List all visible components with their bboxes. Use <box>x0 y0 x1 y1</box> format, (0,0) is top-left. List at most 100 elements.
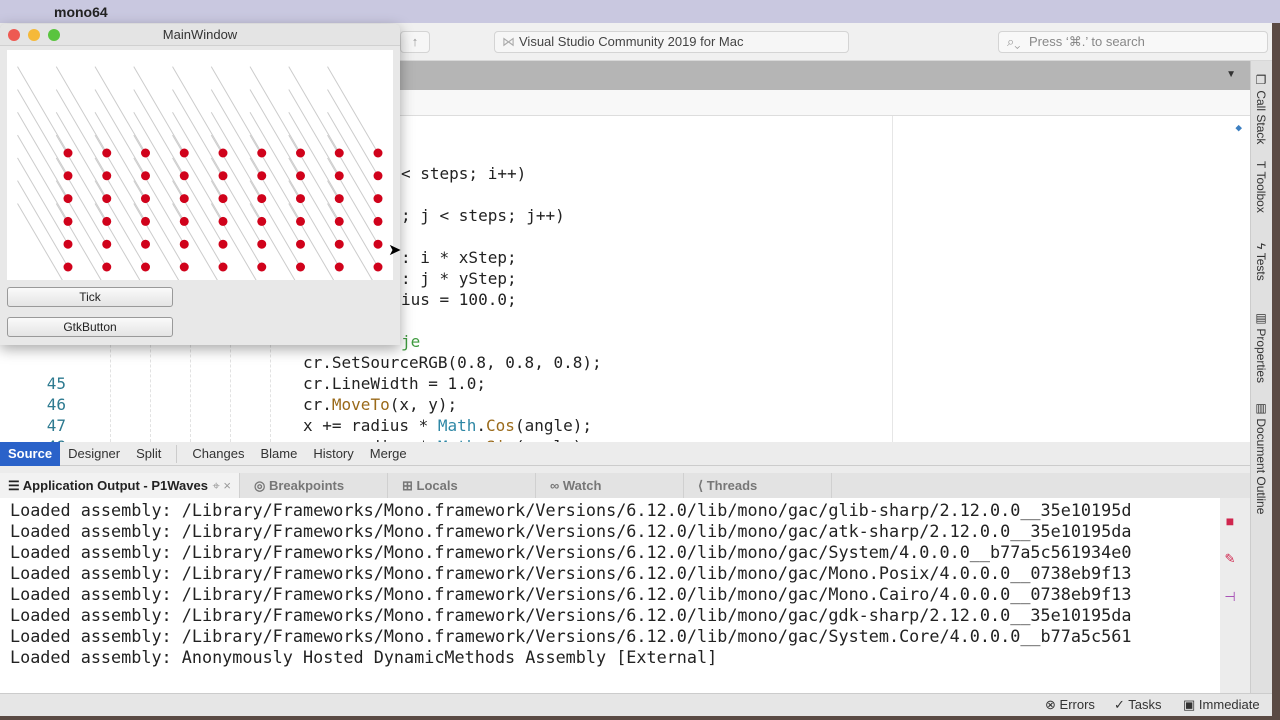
wave-dot <box>179 148 189 158</box>
wave-dot <box>141 194 150 204</box>
code-line: cr.LineWidth = 1.0; <box>303 374 486 393</box>
code-token: (x, y); <box>389 395 458 414</box>
output-line: Loaded assembly: /Library/Frameworks/Mon… <box>10 521 1132 541</box>
pad-tab-application[interactable]: ☰ Application Output - P1Waves ⌖ × <box>0 473 240 498</box>
wave-dot <box>218 216 228 226</box>
wave-line <box>17 180 69 268</box>
errors-button[interactable]: ⊗ Errors <box>1045 697 1095 713</box>
pad-tab-watch[interactable]: ∞ Watch <box>536 473 684 498</box>
tasks-button[interactable]: ✓ Tasks <box>1114 697 1162 713</box>
close-pad-icon[interactable]: ⌖ × <box>212 473 231 498</box>
wave-line <box>327 157 379 245</box>
immediate-label: Immediate <box>1198 697 1260 712</box>
gtk-button[interactable]: GtkButton <box>7 317 173 337</box>
wave-dot <box>257 148 267 158</box>
code-line: cr.MoveTo(x, y); <box>303 395 457 414</box>
wave-dot <box>373 148 383 158</box>
tab-split[interactable]: Split <box>128 442 169 466</box>
wave-line <box>55 66 108 154</box>
pad-label: Call Stack <box>1254 90 1268 145</box>
wave-line <box>210 157 263 245</box>
clear-eraser-icon[interactable]: ✎ <box>1222 551 1238 567</box>
wave-dot <box>296 171 305 181</box>
wave-line <box>172 157 224 245</box>
stop-icon[interactable]: ■ <box>1222 513 1238 529</box>
wave-line <box>94 134 146 222</box>
pad-toolbox[interactable]: T Toolbox <box>1254 161 1268 213</box>
bookmark-marker-icon: ◆ <box>1235 121 1242 134</box>
wave-line <box>17 203 63 280</box>
pad-call-stack[interactable]: ❐ Call Stack <box>1254 73 1268 144</box>
pad-tab-threads[interactable]: ⟨ Threads <box>684 473 832 498</box>
minimize-icon[interactable] <box>28 29 40 41</box>
wave-dot <box>218 262 228 272</box>
threads-icon: ⟨ <box>698 478 707 493</box>
tab-merge[interactable]: Merge <box>362 442 415 466</box>
wave-dot <box>63 216 73 226</box>
wave-line <box>327 112 379 199</box>
pad-document-outline[interactable]: ▥ Document Outline <box>1254 401 1268 514</box>
window-title: MainWindow <box>162 27 238 42</box>
search-input[interactable]: ⌕⌄ Press ‘⌘.’ to search <box>998 31 1268 53</box>
pad-tab-locals[interactable]: ⊞ Locals <box>388 473 536 498</box>
wave-line <box>327 134 379 222</box>
wave-dot <box>296 262 305 272</box>
wave-dot <box>296 216 305 226</box>
wave-dot <box>102 239 112 249</box>
pad-tabs: ☰ Application Output - P1Waves ⌖ × ◎ Break… <box>0 473 1250 498</box>
search-placeholder: Press ‘⌘.’ to search <box>1029 34 1145 49</box>
tab-changes[interactable]: Changes <box>184 442 252 466</box>
wave-dot <box>63 148 73 158</box>
wave-line <box>210 89 263 177</box>
wave-dot <box>179 216 189 226</box>
pin-icon[interactable]: ⊣ <box>1222 589 1238 605</box>
tab-blame[interactable]: Blame <box>252 442 305 466</box>
wave-dot <box>102 216 112 226</box>
wave-line <box>133 157 185 245</box>
wave-dot <box>102 194 112 204</box>
wave-dot <box>141 148 150 158</box>
tick-button[interactable]: Tick <box>7 287 173 307</box>
application-output[interactable]: Loaded assembly: /Library/Frameworks/Mon… <box>0 498 1220 693</box>
pad-properties[interactable]: ▤ Properties <box>1254 311 1268 383</box>
code-comment: je <box>401 332 421 351</box>
wave-dot <box>179 194 189 204</box>
line-number: 45 <box>46 374 66 393</box>
publish-button[interactable]: ↑ <box>400 31 430 53</box>
wave-line <box>249 157 301 245</box>
errors-icon: ⊗ <box>1045 697 1056 712</box>
search-icon: ⌕⌄ <box>1007 34 1021 49</box>
tabs-dropdown-icon[interactable]: ▼ <box>1226 69 1236 80</box>
code-token: cr.LineWidth = 1.0; <box>303 374 487 393</box>
output-line: Loaded assembly: /Library/Frameworks/Mon… <box>10 500 1132 520</box>
wave-line <box>172 112 224 199</box>
pad-label: Toolbox <box>1254 171 1268 213</box>
wave-line <box>327 89 379 177</box>
toolbox-icon: T <box>1254 161 1268 172</box>
tab-history[interactable]: History <box>305 442 361 466</box>
wave-dot <box>373 239 383 249</box>
tab-designer[interactable]: Designer <box>60 442 128 466</box>
wave-dot <box>218 148 228 158</box>
output-line: Loaded assembly: /Library/Frameworks/Mon… <box>10 563 1132 583</box>
wave-dot <box>257 194 267 204</box>
zoom-icon[interactable] <box>48 29 60 41</box>
drawing-area[interactable] <box>7 50 393 280</box>
pad-tab-breakpoints[interactable]: ◎ Breakpoints <box>240 473 388 498</box>
column-ruler <box>892 116 893 442</box>
title-bar[interactable]: MainWindow <box>0 24 400 46</box>
pad-label: Properties <box>1254 328 1268 384</box>
wave-line <box>94 157 146 245</box>
close-icon[interactable] <box>8 29 20 41</box>
wave-dot <box>218 239 228 249</box>
app-name[interactable]: mono64 <box>54 4 108 20</box>
pad-tests[interactable]: ϟ Tests <box>1254 243 1268 281</box>
immediate-button[interactable]: ▣ Immediate <box>1183 697 1260 713</box>
code-line: x += radius * Math.Cos(angle); <box>303 416 592 435</box>
pad-tab-label: Breakpoints <box>268 478 345 493</box>
tab-source[interactable]: Source <box>0 441 61 466</box>
wave-dot <box>257 262 267 272</box>
wave-dot <box>141 239 150 249</box>
menu-bar: mono64 <box>0 0 1280 23</box>
right-pad-bar: ❐ Call Stack T Toolbox ϟ Tests ▤ Properties… <box>1250 61 1272 693</box>
